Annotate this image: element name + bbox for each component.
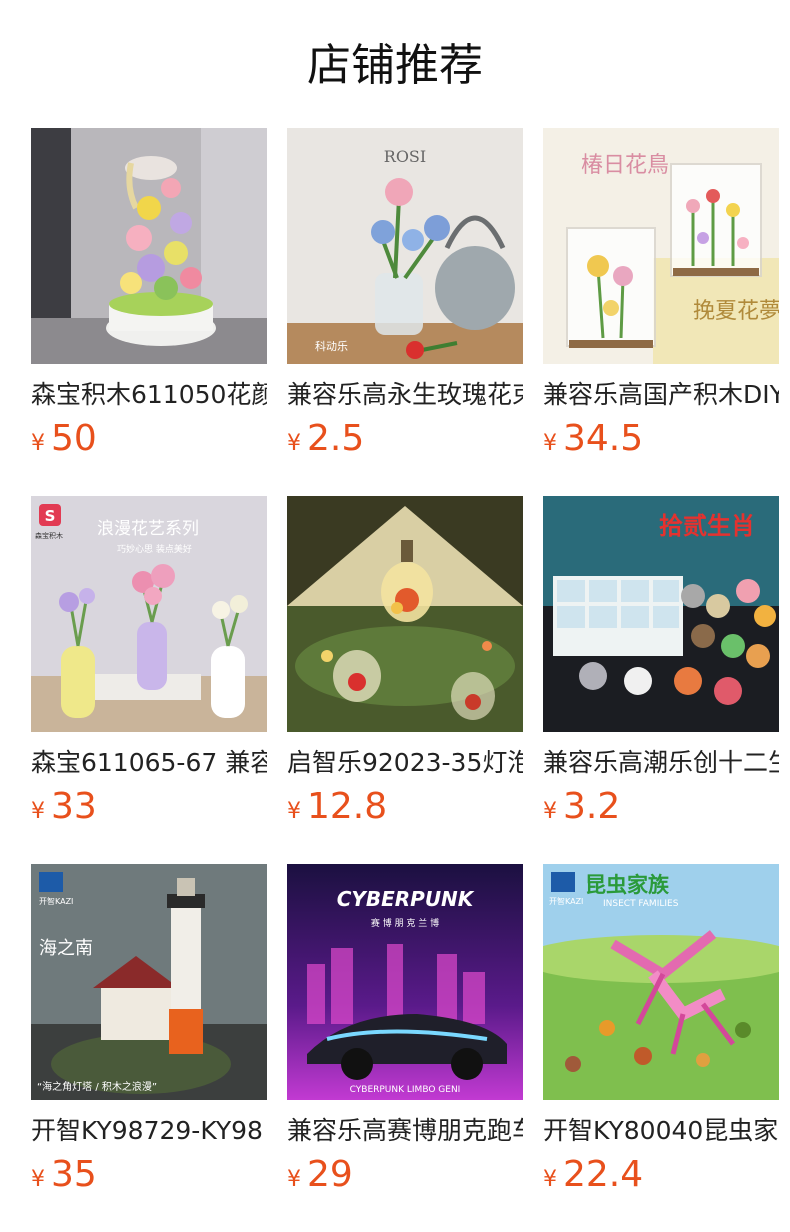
price-value: 29 [307, 1154, 353, 1195]
product-name[interactable]: 森宝611065-67 兼容 [31, 746, 267, 780]
price-value: 33 [51, 786, 97, 827]
currency-symbol: ¥ [31, 1167, 45, 1192]
currency-symbol: ¥ [543, 799, 557, 824]
page-title: 店铺推荐 [307, 40, 483, 91]
image-subheading: “海之角灯塔 / 积木之浪漫” [37, 1080, 157, 1093]
currency-symbol: ¥ [287, 799, 301, 824]
product-card[interactable]: 拾贰生肖 兼容乐高潮乐创十二生肖 ¥3.2 [543, 496, 779, 836]
product-price: ¥50 [31, 416, 97, 462]
image-heading: 椿日花鳥 [581, 153, 669, 178]
product-image[interactable]: 开智KAZI 海之南 “海之角灯塔 / 积木之浪漫” [31, 864, 267, 1100]
currency-symbol: ¥ [31, 431, 45, 456]
price-value: 35 [51, 1154, 97, 1195]
product-price: ¥3.2 [543, 784, 620, 830]
brand-logo-icon: S [45, 507, 56, 525]
image-subheading: 巧妙心思 装点美好 [117, 543, 192, 555]
product-image[interactable]: 拾贰生肖 [543, 496, 779, 732]
product-image[interactable] [287, 496, 523, 732]
product-price: ¥2.5 [287, 416, 364, 462]
product-image[interactable]: CYBERPUNK 赛 博 朋 克 兰 博 CYBERPUNK LIMBO GE… [287, 864, 523, 1100]
product-image[interactable]: 椿日花鳥 挽夏花夢 [543, 128, 779, 364]
product-image[interactable]: S 森宝积木 浪漫花艺系列 巧妙心思 装点美好 [31, 496, 267, 732]
currency-symbol: ¥ [287, 1167, 301, 1192]
currency-symbol: ¥ [543, 431, 557, 456]
product-name[interactable]: 开智KY80040昆虫家族 [543, 1114, 779, 1148]
currency-symbol: ¥ [543, 1167, 557, 1192]
currency-symbol: ¥ [31, 799, 45, 824]
product-name[interactable]: 兼容乐高国产积木DIY [543, 378, 779, 412]
product-card[interactable]: CYBERPUNK 赛 博 朋 克 兰 博 CYBERPUNK LIMBO GE… [287, 864, 523, 1204]
product-card[interactable]: S 森宝积木 浪漫花艺系列 巧妙心思 装点美好 森宝611065-67 兼容 ¥… [31, 496, 267, 836]
price-value: 50 [51, 418, 97, 459]
product-price: ¥12.8 [287, 784, 387, 830]
product-price: ¥29 [287, 1152, 353, 1198]
image-caption: CYBERPUNK LIMBO GENI [350, 1085, 461, 1095]
price-value: 3.2 [563, 786, 621, 827]
product-image[interactable]: 开智KAZI 昆虫家族 INSECT FAMILIES [543, 864, 779, 1100]
image-subheading: 赛 博 朋 克 兰 博 [371, 917, 439, 929]
product-price: ¥33 [31, 784, 97, 830]
product-image[interactable]: ROSI 科动乐 [287, 128, 523, 364]
image-subheading: 挽夏花夢 [693, 299, 779, 324]
currency-symbol: ¥ [287, 431, 301, 456]
product-card[interactable]: 椿日花鳥 挽夏花夢 兼容乐高国产积木DIY ¥34.5 [543, 128, 779, 468]
product-name[interactable]: 兼容乐高潮乐创十二生肖 [543, 746, 779, 780]
brand-badge: 森宝积木 [35, 531, 63, 540]
image-heading: 海之南 [39, 938, 93, 959]
brand-badge: 开智KAZI [39, 896, 73, 906]
price-value: 2.5 [307, 418, 365, 459]
image-subheading: INSECT FAMILIES [603, 899, 679, 909]
image-heading: ROSI [384, 147, 426, 166]
product-image[interactable]: CHANEL [31, 128, 267, 364]
image-heading: 拾贰生肖 [659, 511, 755, 540]
price-value: 34.5 [563, 418, 644, 459]
product-card[interactable]: CHANEL 森宝积木611050花颜 ¥50 [31, 128, 267, 468]
image-heading: 浪漫花艺系列 [97, 519, 199, 539]
image-heading: CYBERPUNK [337, 887, 475, 911]
product-price: ¥34.5 [543, 416, 643, 462]
product-card[interactable]: ROSI 科动乐 兼容乐高永生玫瑰花束 ¥2.5 [287, 128, 523, 468]
image-heading: 昆虫家族 [585, 873, 670, 897]
product-name[interactable]: 兼容乐高永生玫瑰花束 [287, 378, 523, 412]
product-card[interactable]: 启智乐92023-35灯泡 ¥12.8 [287, 496, 523, 836]
brand-badge: 开智KAZI [549, 896, 583, 906]
product-card[interactable]: 开智KAZI 昆虫家族 INSECT FAMILIES 开智KY80040昆虫家… [543, 864, 779, 1204]
product-name[interactable]: 兼容乐高赛博朋克跑车 [287, 1114, 523, 1148]
product-price: ¥35 [31, 1152, 97, 1198]
price-value: 12.8 [307, 786, 388, 827]
product-card[interactable]: 开智KAZI 海之南 “海之角灯塔 / 积木之浪漫” 开智KY98729-KY9… [31, 864, 267, 1204]
product-price: ¥22.4 [543, 1152, 643, 1198]
product-name[interactable]: 启智乐92023-35灯泡 [287, 746, 523, 780]
price-value: 22.4 [563, 1154, 644, 1195]
product-name[interactable]: 森宝积木611050花颜 [31, 378, 267, 412]
product-name[interactable]: 开智KY98729-KY98 [31, 1114, 267, 1148]
brand-badge: 科动乐 [315, 339, 348, 353]
